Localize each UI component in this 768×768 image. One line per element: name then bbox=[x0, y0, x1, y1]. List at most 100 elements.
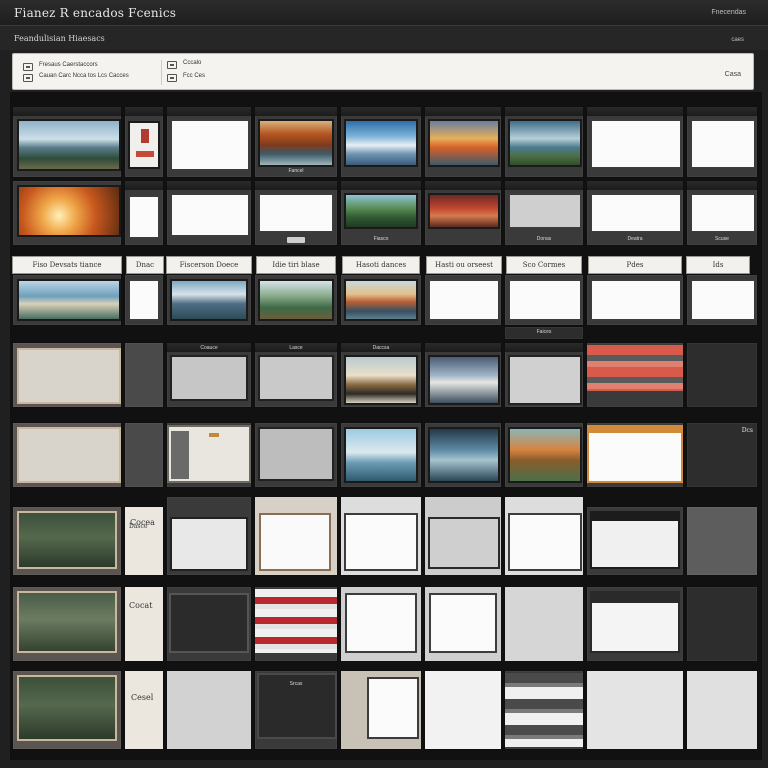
thumbnail-tile[interactable] bbox=[686, 274, 758, 326]
thumbnail-tile[interactable] bbox=[124, 342, 164, 408]
thumbnail-tile[interactable] bbox=[124, 106, 164, 178]
info-line-1: Fresaus Caerstaccors bbox=[39, 62, 98, 68]
sub-header-link[interactable]: caes bbox=[731, 37, 744, 43]
thumbnail-tile[interactable]: Deatra bbox=[586, 180, 684, 246]
thumbnail-tile[interactable] bbox=[504, 274, 584, 326]
thumbnail-tile[interactable]: Srcas bbox=[254, 670, 338, 750]
thumbnail-tile[interactable] bbox=[166, 422, 252, 488]
thumbnail-tile[interactable]: Fiasco bbox=[340, 180, 422, 246]
thumbnail-tile[interactable] bbox=[686, 586, 758, 662]
thumbnail-tile[interactable] bbox=[424, 342, 502, 408]
thumbnail-tile[interactable] bbox=[424, 496, 502, 576]
sub-header: Feandulisian Hiaesacs caes bbox=[0, 26, 768, 50]
thumbnail-tile[interactable] bbox=[504, 496, 584, 576]
thumbnail-tile[interactable] bbox=[504, 422, 584, 488]
filter-tag[interactable]: Dnac bbox=[126, 256, 164, 274]
thumbnail-tile[interactable] bbox=[166, 274, 252, 326]
thumbnail-tile[interactable] bbox=[12, 180, 122, 246]
folder-icon bbox=[23, 63, 33, 71]
thumbnail-tile[interactable]: Scuse bbox=[686, 180, 758, 246]
thumbnail-tile[interactable] bbox=[424, 586, 502, 662]
thumbnail-tile[interactable] bbox=[12, 106, 122, 178]
open-button[interactable] bbox=[287, 237, 305, 243]
thumbnail-tile[interactable] bbox=[586, 670, 684, 750]
thumbnail-tile[interactable]: Coauce bbox=[166, 342, 252, 408]
thumbnail-tile[interactable] bbox=[166, 586, 252, 662]
painting-thumbnail bbox=[17, 675, 117, 741]
settings-icon[interactable] bbox=[167, 74, 177, 82]
blank-frame bbox=[508, 355, 582, 405]
thumbnail-tile[interactable] bbox=[424, 274, 502, 326]
thumbnail-tile[interactable] bbox=[12, 670, 122, 750]
thumbnail-tile[interactable]: Dasce bbox=[124, 506, 164, 576]
filter-tag[interactable]: Pdes bbox=[588, 256, 682, 274]
thumbnail-tile[interactable] bbox=[124, 422, 164, 488]
filter-tag[interactable]: Sco Cormes bbox=[506, 256, 582, 274]
side-note: Cesel bbox=[131, 693, 154, 702]
section-title: Feandulisian Hiaesacs bbox=[14, 34, 105, 43]
thumbnail-tile[interactable] bbox=[504, 670, 584, 750]
thumbnail-tile[interactable] bbox=[12, 586, 122, 662]
thumbnail-tile[interactable] bbox=[12, 342, 122, 408]
thumbnail-tile[interactable] bbox=[254, 274, 338, 326]
side-note: Dcs bbox=[741, 427, 753, 434]
thumbnail-tile[interactable] bbox=[124, 274, 164, 326]
thumbnail-tile[interactable] bbox=[124, 180, 164, 246]
filter-tag[interactable]: Fiso Devsats tiance bbox=[12, 256, 122, 274]
blank-frame bbox=[258, 355, 334, 401]
thumbnail-tile[interactable] bbox=[340, 106, 422, 178]
thumbnail-tile[interactable] bbox=[340, 496, 422, 576]
filter-tag[interactable]: Hasti ou orseest bbox=[426, 256, 502, 274]
thumbnail-tile[interactable]: Lasce bbox=[254, 342, 338, 408]
thumbnail-tile[interactable] bbox=[254, 422, 338, 488]
painting-thumbnail bbox=[428, 193, 500, 229]
filter-tag[interactable]: Ids bbox=[686, 256, 750, 274]
thumbnail-tile[interactable] bbox=[340, 670, 422, 750]
thumbnail-tile[interactable] bbox=[424, 670, 502, 750]
thumbnail-tile[interactable]: Fancel bbox=[254, 106, 338, 178]
thumbnail-tile[interactable] bbox=[166, 670, 252, 750]
filter-tag[interactable]: Fiscerson Doece bbox=[166, 256, 252, 274]
thumbnail-tile[interactable] bbox=[504, 342, 584, 408]
thumbnail-tile[interactable] bbox=[254, 180, 338, 246]
thumbnail-label: Deatra bbox=[627, 236, 643, 242]
thumbnail-tile[interactable] bbox=[12, 422, 122, 488]
thumbnail-tile[interactable] bbox=[166, 106, 252, 178]
thumbnail-tile[interactable]: Dcs bbox=[686, 422, 758, 488]
thumbnail-tile[interactable]: Cocat bbox=[124, 586, 164, 662]
filter-tag[interactable]: Hasoti dances bbox=[342, 256, 420, 274]
filter-tag[interactable]: Idie tiri blase bbox=[256, 256, 336, 274]
thumbnail-tile[interactable] bbox=[686, 106, 758, 178]
thumbnail-tile[interactable] bbox=[586, 274, 684, 326]
thumbnail-tile[interactable] bbox=[586, 106, 684, 178]
thumbnail-tile[interactable] bbox=[12, 506, 122, 576]
thumbnail-tile[interactable] bbox=[424, 106, 502, 178]
thumbnail-tile[interactable] bbox=[254, 586, 338, 662]
blank-frame bbox=[508, 513, 582, 571]
thumbnail-tile[interactable] bbox=[340, 274, 422, 326]
thumbnail-tile[interactable] bbox=[340, 586, 422, 662]
thumbnail-tile[interactable] bbox=[586, 506, 684, 576]
thumbnail-tile[interactable]: Daccsa bbox=[340, 342, 422, 408]
thumbnail-tile[interactable] bbox=[254, 496, 338, 576]
thumbnail-tile[interactable] bbox=[586, 342, 684, 408]
painting-thumbnail bbox=[428, 119, 500, 167]
info-divider bbox=[161, 60, 162, 85]
thumbnail-tile[interactable] bbox=[686, 670, 758, 750]
thumbnail-tile[interactable] bbox=[586, 422, 684, 488]
thumbnail-tile[interactable] bbox=[586, 586, 684, 662]
thumbnail-tile[interactable] bbox=[166, 496, 252, 576]
thumbnail-tile[interactable] bbox=[504, 106, 584, 178]
thumbnail-tile[interactable] bbox=[166, 180, 252, 246]
thumbnail-tile[interactable]: Cesel bbox=[124, 670, 164, 750]
thumbnail-tile[interactable] bbox=[424, 422, 502, 488]
thumbnail-tile[interactable]: Donas bbox=[504, 180, 584, 246]
thumbnail-tile[interactable] bbox=[12, 274, 122, 326]
thumbnail-tile[interactable] bbox=[686, 342, 758, 408]
thumbnail-tile[interactable] bbox=[504, 586, 584, 662]
thumbnail-tile[interactable] bbox=[340, 422, 422, 488]
top-menu-link[interactable]: Fnecendas bbox=[711, 9, 746, 16]
thumbnail-tile[interactable] bbox=[686, 506, 758, 576]
info-panel: Fresaus Caerstaccors Cauan Carc Ncca tos… bbox=[12, 53, 754, 90]
thumbnail-tile[interactable] bbox=[424, 180, 502, 246]
